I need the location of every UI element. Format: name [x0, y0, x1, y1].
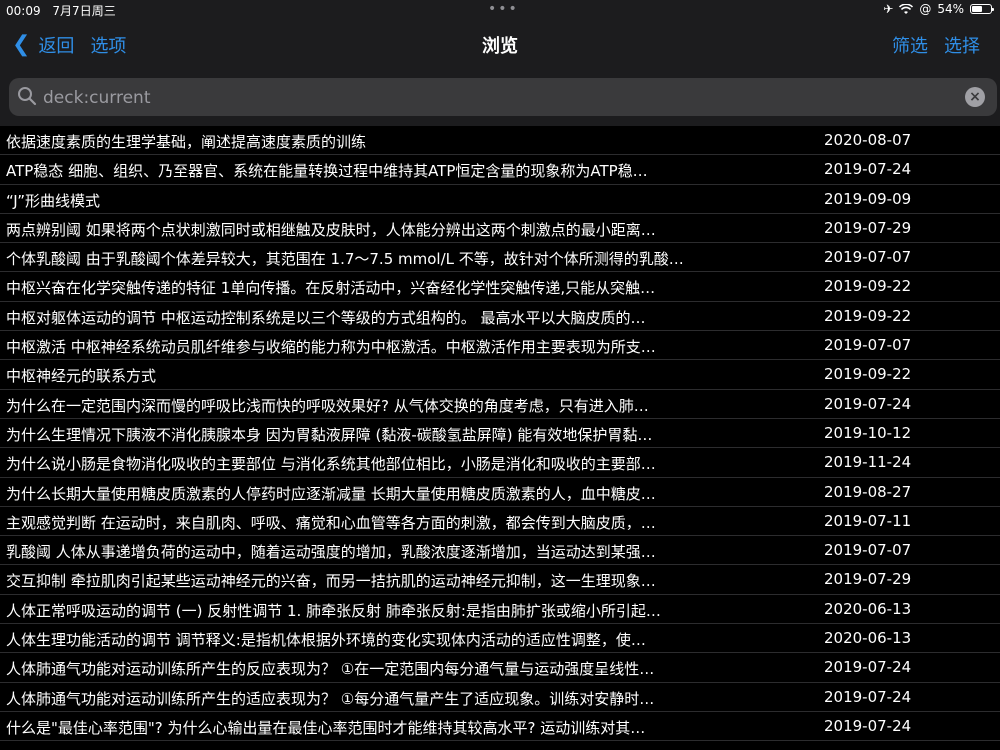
list-item[interactable]: 为什么说小肠是食物消化吸收的主要部位 与消化系统其他部位相比，小肠是消化和吸收的… [0, 448, 1000, 478]
list-item[interactable]: 主观感觉判断 在运动时，来自肌肉、呼吸、痛觉和心血管等各方面的刺激，都会传到大脑… [0, 506, 1000, 537]
card-date: 2019-10-12 [824, 423, 912, 442]
card-date: 2019-07-24 [824, 658, 912, 677]
card-text: 人体生理功能活动的调节 调节释义:是指机体根据外环境的变化实现体内活动的适应性调… [6, 631, 646, 650]
card-date: 2019-07-07 [824, 248, 912, 267]
list-item[interactable]: 中枢神经元的联系方式 2019-09-22 [0, 360, 1000, 390]
card-date: 2019-09-22 [824, 365, 912, 384]
nav-bar: ❮ 返回 选项 浏览 筛选 选择 [0, 20, 1000, 68]
list-item[interactable]: 依据速度素质的生理学基础，阐述提高速度素质的训练 2020-08-07 [0, 126, 1000, 156]
card-date: 2020-08-07 [824, 131, 912, 149]
status-right: ✈ @ 54% [883, 2, 994, 16]
rotation-lock-icon: @ [919, 2, 932, 16]
status-left: 00:09 7月7日周三 [6, 2, 124, 19]
card-date: 2019-07-24 [824, 394, 912, 413]
card-date: 2019-07-29 [824, 218, 912, 237]
nav-right: 筛选 选择 [892, 32, 980, 58]
card-text: 人体肺通气功能对运动训练所产生的适应表现为？ ①每分通气量产生了适应现象。训练对… [6, 689, 655, 708]
card-date: 2020-06-13 [824, 629, 912, 648]
card-date: 2019-09-09 [824, 189, 912, 208]
status-bar: 00:09 7月7日周三 ••• ✈ @ 54% [0, 0, 1000, 20]
card-date: 2019-07-07 [824, 541, 912, 560]
card-text: 中枢兴奋在化学突触传递的特征 1单向传播。在反射活动中，兴奋经化学性突触传递,只… [6, 279, 656, 298]
list-item[interactable]: 人体肺通气功能对运动训练所产生的反应表现为？ ①在一定范围内每分通气量与运动强度… [0, 653, 1000, 683]
search-input[interactable] [41, 84, 945, 112]
card-text: 中枢对躯体运动的调节 中枢运动控制系统是以三个等级的方式组构的。 最高水平以大脑… [6, 308, 646, 327]
clear-icon[interactable]: × [965, 87, 985, 107]
list-item[interactable]: 为什么在一定范围内深而慢的呼吸比浅而快的呼吸效果好? 从气体交换的角度考虑，只有… [0, 389, 1000, 419]
airplane-icon: ✈ [883, 2, 894, 16]
card-date: 2019-09-22 [824, 306, 912, 325]
card-date: 2019-09-22 [824, 277, 912, 296]
list-item[interactable]: 两点辨别阈 如果将两个点状刺激同时或相继触及皮肤时，人体能分辨出这两个刺激点的最… [0, 213, 1000, 244]
card-text: 中枢激活 中枢神经系统动员肌纤维参与收缩的能力称为中枢激活。中枢激活作用主要表现… [6, 338, 656, 357]
card-date: 2019-07-29 [824, 570, 912, 589]
battery-percent: 54% [937, 2, 964, 16]
card-date: 2019-07-24 [824, 687, 912, 706]
select-button[interactable]: 选择 [944, 32, 980, 58]
card-text: 中枢神经元的联系方式 [6, 367, 157, 386]
card-date: 2020-06-13 [824, 599, 912, 618]
card-text: 主观感觉判断 在运动时，来自肌肉、呼吸、痛觉和心血管等各方面的刺激，都会传到大脑… [6, 513, 656, 532]
card-text: 依据速度素质的生理学基础，阐述提高速度素质的训练 [6, 133, 367, 151]
wifi-icon [899, 3, 914, 14]
status-date: 7月7日周三 [52, 4, 116, 18]
list-item[interactable]: 人体生理功能活动的调节 调节释义:是指机体根据外环境的变化实现体内活动的适应性调… [0, 624, 1000, 654]
card-text: ATP稳态 细胞、组织、乃至器官、系统在能量转换过程中维持其ATP恒定含量的现象… [6, 162, 648, 181]
card-text: “J”形曲线模式 [6, 191, 101, 210]
list-item[interactable]: 中枢激活 中枢神经系统动员肌纤维参与收缩的能力称为中枢激活。中枢激活作用主要表现… [0, 331, 1000, 361]
filter-button[interactable]: 筛选 [892, 32, 928, 58]
multitasking-dots-icon[interactable]: ••• [488, 2, 519, 16]
card-text: 为什么生理情况下胰液不消化胰腺本身 因为胃黏液屏障 (黏液-碳酸氢盐屏障) 能有… [6, 425, 653, 444]
list-item[interactable]: 为什么长期大量使用糖皮质激素的人停药时应逐渐减量 长期大量使用糖皮质激素的人，血… [0, 477, 1000, 507]
card-date: 2019-07-24 [824, 160, 912, 179]
list-item[interactable]: 交互抑制 牵拉肌肉引起某些运动神经元的兴奋，而另一拮抗肌的运动神经元抑制，这一生… [0, 565, 1000, 595]
card-text: 两点辨别阈 如果将两个点状刺激同时或相继触及皮肤时，人体能分辨出这两个刺激点的最… [6, 220, 656, 239]
card-text: 交互抑制 牵拉肌肉引起某些运动神经元的兴奋，而另一拮抗肌的运动神经元抑制，这一生… [6, 572, 656, 591]
list-item[interactable]: 为什么生理情况下胰液不消化胰腺本身 因为胃黏液屏障 (黏液-碳酸氢盐屏障) 能有… [0, 418, 1000, 449]
list-item[interactable]: 什么是"最佳心率范围"? 为什么心输出量在最佳心率范围时才能维持其较高水平? 运… [0, 711, 1000, 742]
status-time: 00:09 [6, 4, 41, 18]
list-item[interactable]: ATP稳态 细胞、组织、乃至器官、系统在能量转换过程中维持其ATP恒定含量的现象… [0, 155, 1000, 185]
list-item[interactable]: 人体肺通气功能对运动训练所产生的适应表现为？ ①每分通气量产生了适应现象。训练对… [0, 682, 1000, 712]
card-text: 人体肺通气功能对运动训练所产生的反应表现为？ ①在一定范围内每分通气量与运动强度… [6, 660, 655, 679]
card-list: 依据速度素质的生理学基础，阐述提高速度素质的训练 2020-08-07 ATP稳态 … [0, 126, 1000, 750]
list-item[interactable]: 个体乳酸阈 由于乳酸阈个体差异较大，其范围在 1.7～7.5 mmol/L 不等… [0, 243, 1000, 273]
list-item[interactable]: 人体正常呼吸运动的调节 (一) 反射性调节 1. 肺牵张反射 肺牵张反射:是指由… [0, 594, 1000, 625]
list-item[interactable]: 乳酸阈 人体从事递增负荷的运动中，随着运动强度的增加，乳酸浓度逐渐增加，当运动达… [0, 536, 1000, 566]
card-text: 乳酸阈 人体从事递增负荷的运动中，随着运动强度的增加，乳酸浓度逐渐增加，当运动达… [6, 543, 656, 562]
card-date: 2019-08-27 [824, 482, 912, 501]
battery-icon [970, 4, 994, 14]
card-text: 为什么在一定范围内深而慢的呼吸比浅而快的呼吸效果好? 从气体交换的角度考虑，只有… [6, 396, 649, 415]
list-item[interactable]: “J”形曲线模式 2019-09-09 [0, 184, 1000, 214]
card-text: 什么是"最佳心率范围"? 为什么心输出量在最佳心率范围时才能维持其较高水平? 运… [6, 718, 646, 737]
list-item[interactable]: 中枢对躯体运动的调节 中枢运动控制系统是以三个等级的方式组构的。 最高水平以大脑… [0, 301, 1000, 332]
card-text: 为什么说小肠是食物消化吸收的主要部位 与消化系统其他部位相比，小肠是消化和吸收的… [6, 455, 656, 474]
search-area: × [0, 68, 1000, 126]
list-item[interactable]: 中枢兴奋在化学突触传递的特征 1单向传播。在反射活动中，兴奋经化学性突触传递,只… [0, 272, 1000, 302]
page-title: 浏览 [482, 36, 518, 57]
card-date: 2019-07-07 [824, 336, 912, 355]
card-text: 为什么长期大量使用糖皮质激素的人停药时应逐渐减量 长期大量使用糖皮质激素的人，血… [6, 484, 656, 503]
card-text: 人体正常呼吸运动的调节 (一) 反射性调节 1. 肺牵张反射 肺牵张反射:是指由… [6, 601, 661, 620]
search-box[interactable]: × [9, 78, 997, 116]
search-icon [18, 87, 37, 106]
card-text: 个体乳酸阈 由于乳酸阈个体差异较大，其范围在 1.7～7.5 mmol/L 不等… [6, 250, 684, 269]
card-date: 2019-07-24 [824, 716, 912, 735]
card-date: 2019-11-24 [824, 453, 912, 472]
card-date: 2019-07-11 [824, 511, 912, 530]
